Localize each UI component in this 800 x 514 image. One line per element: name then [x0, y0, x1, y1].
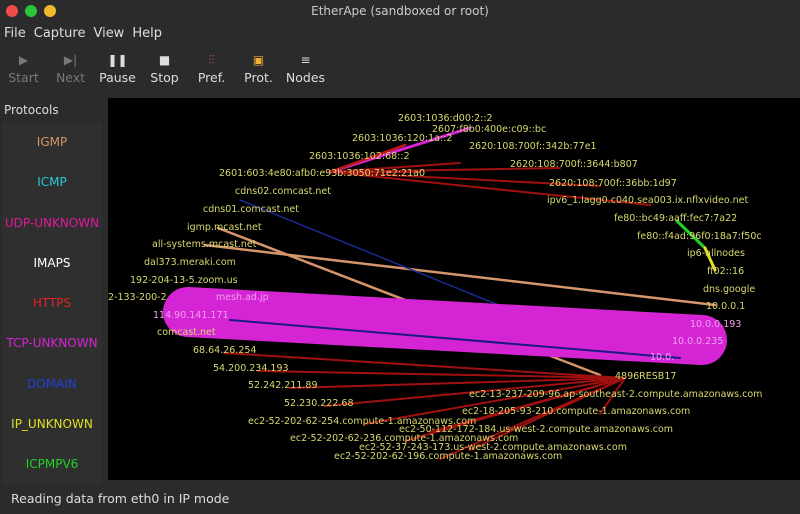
protocol-igmp[interactable]: IGMP	[2, 122, 102, 163]
node-label[interactable]: 2-133-200-2	[108, 292, 167, 303]
node-label[interactable]: 114.90.141.171	[153, 310, 229, 321]
node-label[interactable]: 2620:108:700f::342b:77e1	[469, 141, 597, 152]
node-label[interactable]: ipv6_1.lagg0.c040.sea003.ix.nflxvideo.ne…	[547, 195, 748, 206]
sliders-icon: ⫶⫶	[208, 53, 215, 67]
network-graph[interactable]: 2603:1036:d00:2::2 2607:f8b0:400e:c09::bc…	[108, 98, 800, 480]
title-bar: EtherApe (sandboxed or root)	[0, 0, 800, 22]
start-button[interactable]: ▶ Start	[0, 50, 47, 85]
node-label[interactable]: fe80::f4ad:96f0:18a7:f50c	[637, 231, 762, 242]
skip-next-icon: ▶|	[63, 53, 78, 67]
preferences-button[interactable]: ⫶⫶ Pref.	[188, 50, 235, 85]
node-label[interactable]: cdns02.comcast.net	[235, 186, 331, 197]
status-bar: Reading data from eth0 in IP mode	[11, 491, 230, 506]
node-label[interactable]: ff02::16	[707, 266, 744, 277]
node-label[interactable]: 52.242.211.89	[248, 380, 318, 391]
node-label[interactable]: 2620:108:700f::36bb:1d97	[549, 178, 677, 189]
node-label[interactable]: 10.0.0.193	[690, 319, 741, 330]
node-label[interactable]: fe80::bc49:aaff:fec7:7a22	[614, 213, 737, 224]
menu-help[interactable]: Help	[128, 24, 166, 44]
tcp-unknown-edge	[163, 287, 727, 365]
node-label[interactable]: 192-204-13-5.zoom.us	[130, 275, 238, 286]
menu-view[interactable]: View	[89, 24, 128, 44]
maximize-button[interactable]	[25, 5, 37, 17]
protocol-icpmpv6[interactable]: ICPMPV6	[2, 444, 102, 485]
node-label[interactable]: dns.google	[703, 284, 755, 295]
node-label[interactable]: 10.0.0.235	[672, 336, 723, 347]
node-label[interactable]: 52.230.222.68	[284, 398, 354, 409]
node-label[interactable]: 2603:1036:102:68::2	[309, 151, 410, 162]
node-label[interactable]: 54.200.234.193	[213, 363, 289, 374]
node-label[interactable]: ec2-13-237-209-96.ap-southeast-2.compute…	[469, 389, 762, 400]
node-label[interactable]: 2603:1036:d00:2::2	[398, 113, 493, 124]
node-label[interactable]: 4896RESB17	[615, 371, 676, 382]
node-label[interactable]: cdns01.comcast.net	[203, 204, 299, 215]
node-label[interactable]: 2601:603:4e80:afb0:e93b:3050:71e2:21a0	[219, 168, 425, 179]
node-label[interactable]: ec2-18-205-93-210.compute-1.amazonaws.co…	[462, 406, 690, 417]
protocol-domain[interactable]: DOMAIN	[2, 363, 102, 405]
protocol-tcp-unknown[interactable]: TCP-UNKNOWN	[2, 323, 102, 364]
node-label[interactable]: 10.0.0.1	[706, 301, 745, 312]
stop-icon: ■	[158, 53, 171, 67]
node-label[interactable]: 2620:108:700f::3644:b807	[510, 159, 638, 170]
node-label[interactable]: 68.64.26.254	[193, 345, 256, 356]
protocols-panel: Protocols IGMP ICMP UDP-UNKNOWN IMAPS HTTPS T…	[0, 98, 104, 485]
pause-icon: ❚❚	[107, 53, 128, 67]
pause-button[interactable]: ❚❚ Pause	[94, 50, 141, 85]
protocols-icon: ▣	[252, 53, 265, 67]
protocol-icmp[interactable]: ICMP	[2, 162, 102, 203]
protocol-ip_unknown[interactable]: IP_UNKNOWN	[2, 404, 102, 445]
toolbar: ▶ Start ▶| Next ❚❚ Pause ■ Stop ⫶⫶ Pref. ▣ Pro…	[0, 50, 329, 85]
menu-file[interactable]: File	[0, 24, 30, 44]
menu-capture[interactable]: Capture	[30, 24, 90, 44]
node-label[interactable]: ec2-52-202-62-196.compute-1.amazonaws.co…	[334, 451, 562, 462]
graph-svg[interactable]: 2603:1036:d00:2::22607:f8b0:400e:c09::bc…	[108, 98, 800, 480]
node-label[interactable]: ip6-allnodes	[687, 248, 745, 259]
close-button[interactable]	[6, 5, 18, 17]
protocol-udp-unknown[interactable]: UDP-UNKNOWN	[2, 202, 102, 243]
next-button[interactable]: ▶| Next	[47, 50, 94, 85]
node-label[interactable]: all-systems.mcast.net	[152, 239, 257, 250]
node-label[interactable]: igmp.mcast.net	[187, 222, 262, 233]
protocols-title: Protocols	[4, 103, 59, 117]
nodes-list-icon: ≡	[300, 53, 311, 67]
window-title: EtherApe (sandboxed or root)	[311, 4, 489, 18]
protocol-https[interactable]: HTTPS	[2, 283, 102, 324]
play-icon: ▶	[18, 53, 29, 67]
menu-bar: File Capture View Help	[0, 24, 166, 44]
protocols-button[interactable]: ▣ Prot.	[235, 50, 282, 85]
nodes-button[interactable]: ≡ Nodes	[282, 50, 329, 85]
minimize-button[interactable]	[44, 5, 56, 17]
node-label[interactable]: 2603:1036:120:1a::2	[352, 133, 452, 144]
node-label[interactable]: 10.0.	[650, 352, 674, 363]
stop-button[interactable]: ■ Stop	[141, 50, 188, 85]
node-label[interactable]: comcast.net	[157, 327, 216, 338]
node-label[interactable]: mesh.ad.jp	[216, 292, 269, 303]
protocol-imaps[interactable]: IMAPS	[2, 242, 102, 284]
node-label[interactable]: dal373.meraki.com	[144, 257, 236, 268]
